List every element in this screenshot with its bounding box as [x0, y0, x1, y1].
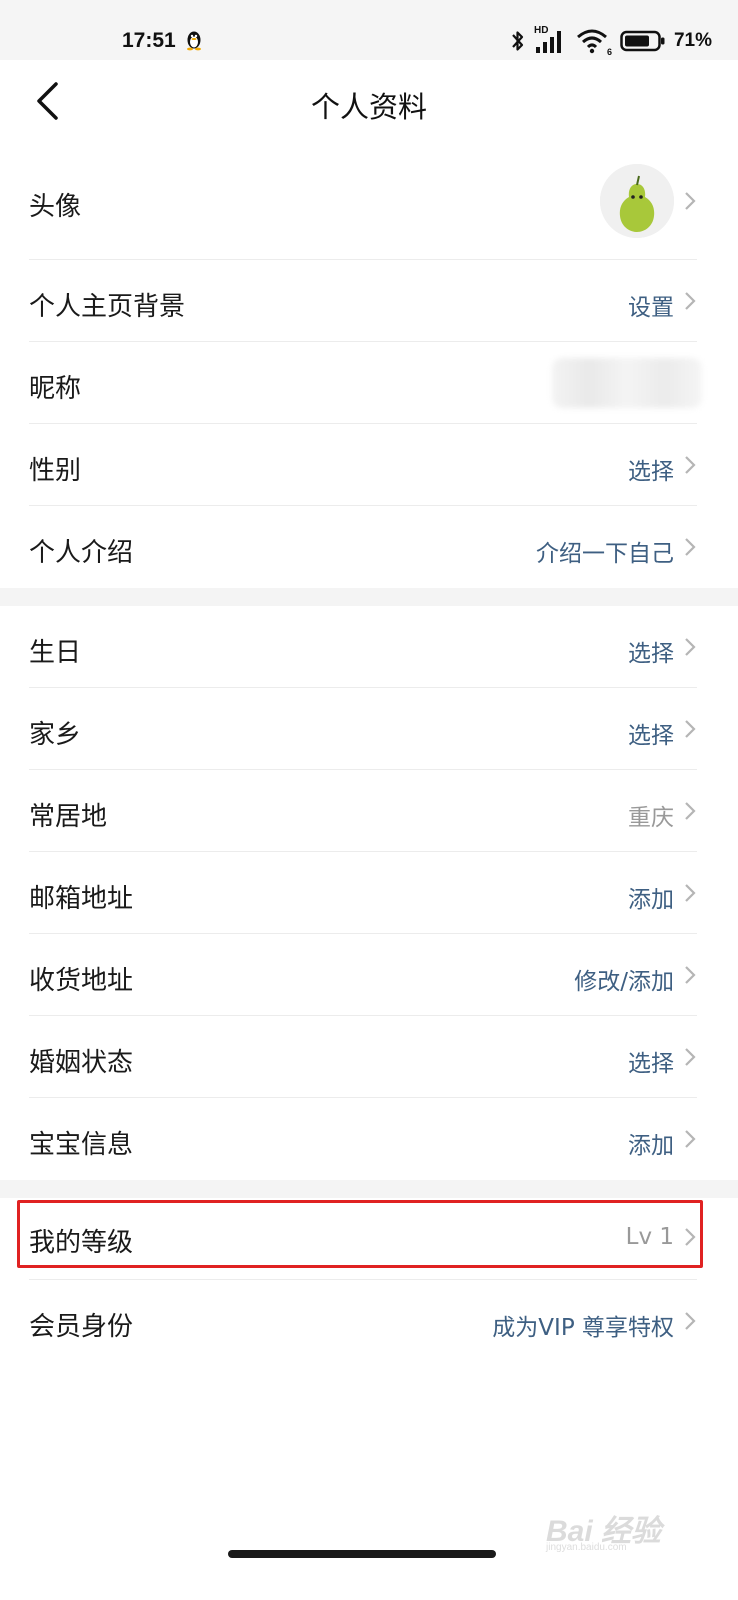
battery-icon [620, 30, 665, 52]
bluetooth-icon [512, 31, 524, 51]
residence-row[interactable]: 常居地 重庆 [0, 770, 738, 852]
chevron-right-icon [685, 1312, 696, 1330]
chevron-right-icon [685, 456, 696, 474]
page-title: 个人资料 [310, 90, 427, 124]
section-gap [0, 588, 738, 606]
section-gap [0, 1180, 738, 1198]
birthday-value: 选择 [628, 641, 674, 667]
hometown-row[interactable]: 家乡 选择 [0, 688, 738, 770]
status-time: 17:51 [122, 29, 176, 52]
hometown-label: 家乡 [29, 720, 82, 750]
birthday-label: 生日 [29, 638, 82, 668]
navigation-bar: 个人资料 [0, 60, 738, 143]
my-level-value: Lv 1 [625, 1224, 674, 1250]
membership-label: 会员身份 [29, 1312, 134, 1342]
avatar [600, 164, 674, 238]
nickname-value-blurred [552, 358, 702, 408]
wifi-6-badge: 6 [606, 47, 612, 57]
email-row[interactable]: 邮箱地址 添加 [0, 852, 738, 934]
chevron-right-icon [685, 720, 696, 738]
gender-row[interactable]: 性别 选择 [0, 424, 738, 506]
profile-background-value: 设置 [628, 295, 674, 321]
pear-avatar-icon [600, 164, 674, 238]
shipping-address-label: 收货地址 [29, 966, 134, 996]
profile-details-section: 生日 选择 家乡 选择 常居地 重庆 邮箱地址 添加 收货地址 修改/添加 婚姻… [0, 606, 738, 1180]
my-level-label: 我的等级 [29, 1228, 134, 1258]
profile-background-label: 个人主页背景 [29, 292, 186, 322]
chevron-right-icon [685, 192, 696, 210]
nickname-label: 昵称 [29, 374, 82, 404]
profile-basic-section: 头像 个人主页背景 设置 昵称 性别 选择 个人介绍 介绍一下自己 [0, 142, 738, 588]
chevron-right-icon [685, 1048, 696, 1066]
email-label: 邮箱地址 [29, 884, 134, 914]
gender-label: 性别 [29, 456, 82, 486]
account-level-section: 我的等级 Lv 1 会员身份 成为VIP 尊享特权 [0, 1198, 738, 1362]
chevron-right-icon [685, 292, 696, 310]
baby-info-value: 添加 [628, 1133, 674, 1159]
baidu-jingyan-watermark: Bai 经验 jingyan.baidu.com [546, 1498, 700, 1553]
introduction-row[interactable]: 个人介绍 介绍一下自己 [0, 506, 738, 588]
residence-label: 常居地 [29, 802, 108, 832]
hometown-value: 选择 [628, 723, 674, 749]
introduction-label: 个人介绍 [29, 538, 134, 568]
shipping-address-value: 修改/添加 [574, 969, 674, 995]
introduction-value: 介绍一下自己 [536, 541, 674, 567]
chevron-right-icon [685, 538, 696, 556]
membership-row[interactable]: 会员身份 成为VIP 尊享特权 [0, 1280, 738, 1362]
membership-value: 成为VIP 尊享特权 [492, 1315, 674, 1341]
email-value: 添加 [628, 887, 674, 913]
marital-status-row[interactable]: 婚姻状态 选择 [0, 1016, 738, 1098]
shipping-address-row[interactable]: 收货地址 修改/添加 [0, 934, 738, 1016]
chevron-right-icon [685, 1228, 696, 1246]
battery-percentage: 71% [673, 30, 712, 51]
chevron-right-icon [685, 1130, 696, 1148]
chevron-right-icon [685, 966, 696, 984]
nickname-row[interactable]: 昵称 [0, 342, 738, 424]
home-indicator[interactable] [228, 1550, 496, 1558]
profile-background-row[interactable]: 个人主页背景 设置 [0, 260, 738, 342]
chevron-right-icon [685, 802, 696, 820]
status-bar: 17:51 HD 6 71% [0, 0, 738, 60]
chevron-right-icon [685, 884, 696, 902]
avatar-row[interactable]: 头像 [0, 142, 738, 260]
baby-info-row[interactable]: 宝宝信息 添加 [0, 1098, 738, 1180]
avatar-row-label: 头像 [29, 192, 82, 222]
birthday-row[interactable]: 生日 选择 [0, 606, 738, 688]
baby-info-label: 宝宝信息 [29, 1130, 134, 1160]
cellular-signal-icon: HD [534, 25, 568, 55]
marital-status-label: 婚姻状态 [29, 1048, 134, 1078]
residence-value: 重庆 [628, 805, 674, 831]
gender-value: 选择 [628, 459, 674, 485]
qq-penguin-icon [187, 31, 201, 51]
chevron-right-icon [685, 638, 696, 656]
wifi-icon: 6 [576, 27, 612, 57]
marital-status-value: 选择 [628, 1051, 674, 1077]
watermark-sub: jingyan.baidu.com [546, 1542, 627, 1553]
my-level-row[interactable]: 我的等级 Lv 1 [0, 1198, 738, 1280]
